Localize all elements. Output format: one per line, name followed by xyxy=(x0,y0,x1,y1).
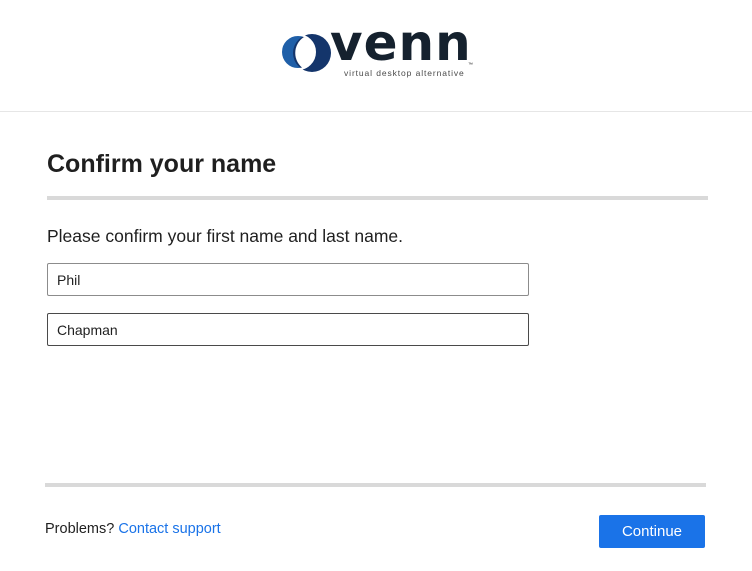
trademark-symbol: ™ xyxy=(468,62,473,68)
continue-button[interactable]: Continue xyxy=(599,515,705,548)
problems-label: Problems? xyxy=(45,521,115,537)
venn-wordmark: venn xyxy=(330,14,472,72)
contact-support-link[interactable]: Contact support xyxy=(118,521,220,537)
venn-tagline: virtual desktop alternative xyxy=(344,68,465,78)
venn-logo: venn ™ virtual desktop alternative xyxy=(278,18,478,84)
footer-help: Problems? Contact support xyxy=(45,521,221,537)
title-divider xyxy=(47,196,708,200)
last-name-input[interactable] xyxy=(47,313,529,346)
instructions-text: Please confirm your first name and last … xyxy=(47,226,403,246)
first-name-input[interactable] xyxy=(47,263,529,296)
footer-divider xyxy=(45,483,706,487)
page: venn ™ virtual desktop alternative Confi… xyxy=(0,0,752,571)
venn-logo-icon xyxy=(280,34,331,72)
page-title: Confirm your name xyxy=(47,150,277,178)
header: venn ™ virtual desktop alternative xyxy=(0,0,752,112)
